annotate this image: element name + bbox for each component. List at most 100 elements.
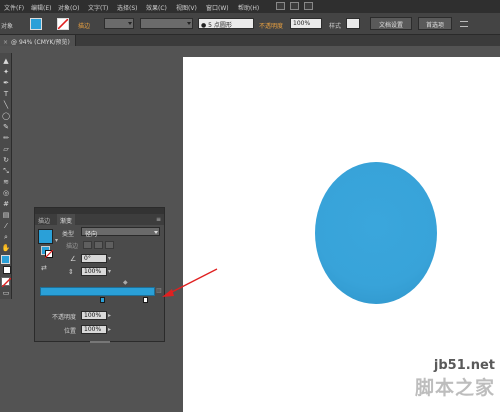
gradient-stop[interactable]: [100, 297, 106, 303]
rotate-tool-icon[interactable]: ↻: [1, 156, 11, 165]
angle-icon: ∠: [70, 255, 77, 263]
menu-help[interactable]: 帮助(H): [238, 3, 259, 12]
artboard[interactable]: jb51.net 脚本之家: [183, 57, 500, 412]
document-setup-button[interactable]: 文档设置: [370, 17, 412, 30]
warp-tool-icon[interactable]: ≋: [1, 178, 11, 187]
opacity-label: 不透明度: [52, 314, 77, 321]
gradient-type-value: 径向: [85, 231, 98, 238]
menu-object[interactable]: 对象(O): [58, 3, 79, 12]
type-tool-icon[interactable]: T: [1, 90, 11, 99]
gradient-stop[interactable]: [142, 297, 148, 303]
direct-selection-tool-icon[interactable]: ✦: [1, 68, 11, 77]
chevron-down-icon[interactable]: ▾: [55, 237, 58, 244]
ellipse-tool-icon[interactable]: ◯: [1, 112, 11, 121]
hand-tool-icon[interactable]: ✋: [1, 244, 11, 253]
angle-field[interactable]: 0°: [81, 254, 107, 263]
opacity-field[interactable]: 100%: [81, 311, 107, 320]
stroke-box-icon[interactable]: [45, 250, 53, 258]
panel-tab-bar: 描边 渐变 ≡: [35, 214, 164, 225]
chevron-down-icon: [154, 231, 158, 234]
annotation-arrow: [162, 268, 218, 297]
reverse-gradient-icon[interactable]: ⇄: [41, 264, 47, 272]
variable-width-field[interactable]: [140, 18, 193, 29]
aspect-ratio-field[interactable]: 100%: [81, 267, 107, 276]
document-tab[interactable]: × @ 94% (CMYK/预览): [0, 35, 76, 46]
stroke-swatch[interactable]: [57, 18, 69, 30]
eraser-tool-icon[interactable]: ▱: [1, 145, 11, 154]
stroke-color-icon[interactable]: [3, 266, 11, 274]
panel-resize-grip[interactable]: [90, 341, 110, 343]
workspace-icon[interactable]: [304, 2, 313, 10]
chevron-down-icon: [187, 22, 191, 25]
shape-builder-tool-icon[interactable]: ◎: [1, 189, 11, 198]
chevron-down-icon[interactable]: ▸: [108, 326, 111, 333]
arrange-documents-icon[interactable]: [290, 2, 299, 10]
menu-select[interactable]: 选择(S): [117, 3, 138, 12]
brush-value: 5 点圆形: [208, 22, 232, 29]
gradient-type-dropdown[interactable]: 径向: [81, 227, 160, 238]
none-color-icon[interactable]: [1, 277, 11, 287]
line-tool-icon[interactable]: ╲: [1, 101, 11, 110]
selection-label: 对象: [1, 23, 14, 30]
menu-file[interactable]: 文件(F): [4, 3, 24, 12]
watermark: jb51.net 脚本之家: [415, 358, 495, 400]
gradient-swatch[interactable]: [38, 229, 53, 244]
tab-stroke[interactable]: 描边: [35, 214, 53, 225]
fill-swatch[interactable]: [30, 18, 42, 30]
stroke-across-button[interactable]: [105, 241, 114, 249]
opacity-label: 不透明度: [259, 23, 284, 30]
close-icon[interactable]: ×: [3, 39, 8, 46]
eyedropper-tool-icon[interactable]: ⁄: [1, 222, 11, 231]
opacity-field[interactable]: 100%: [290, 18, 322, 29]
panel-menu-icon[interactable]: ≡: [156, 216, 161, 223]
scale-tool-icon[interactable]: ⤡: [1, 167, 11, 176]
tools-panel: ▲ ✦ ✒ T ╲ ◯ ✎ ✏ ▱ ↻ ⤡ ≋ ◎ # ▤ ⁄ ⌕ ✋ ▭: [0, 53, 12, 299]
fill-color-icon[interactable]: [1, 255, 10, 264]
watermark-name: 脚本之家: [414, 377, 495, 399]
location-field[interactable]: 100%: [81, 325, 107, 334]
stroke-label: 描边: [78, 23, 91, 30]
mesh-tool-icon[interactable]: #: [1, 200, 11, 209]
stroke-within-button[interactable]: [83, 241, 92, 249]
gradient-slider[interactable]: [40, 287, 155, 296]
menu-window[interactable]: 窗口(W): [206, 3, 229, 12]
menu-bar: 文件(F) 编辑(E) 对象(O) 文字(T) 选择(S) 效果(C) 视图(V…: [0, 0, 500, 13]
gradient-circle[interactable]: [315, 162, 437, 304]
control-bar: 对象 描边 ● 5 点圆形 不透明度 100% 样式 文档设置 首选项: [0, 13, 500, 35]
zoom-tool-icon[interactable]: ⌕: [1, 233, 11, 242]
preferences-button[interactable]: 首选项: [418, 17, 452, 30]
watermark-site: jb51.net: [433, 358, 495, 373]
document-tab-bar: × @ 94% (CMYK/预览): [0, 35, 500, 46]
tab-gradient[interactable]: 渐变: [57, 214, 76, 225]
document-title: @ 94% (CMYK/预览): [11, 39, 70, 46]
stroke-gradient-label: 描边: [66, 243, 79, 250]
stroke-along-button[interactable]: [94, 241, 103, 249]
style-swatch[interactable]: [346, 18, 360, 29]
none-slash-icon: [2, 278, 11, 287]
chevron-down-icon[interactable]: ▾: [108, 268, 111, 275]
menu-type[interactable]: 文字(T): [88, 3, 108, 12]
options-menu-icon[interactable]: [460, 21, 468, 27]
gradient-tool-icon[interactable]: ▤: [1, 211, 11, 220]
style-label: 样式: [329, 23, 342, 30]
paintbrush-tool-icon[interactable]: ✎: [1, 123, 11, 132]
stroke-weight-field[interactable]: [104, 18, 134, 29]
location-label: 位置: [64, 328, 77, 335]
selection-tool-icon[interactable]: ▲: [1, 57, 11, 66]
type-label: 类型: [62, 231, 75, 238]
chevron-down-icon[interactable]: ▸: [108, 312, 111, 319]
menu-edit[interactable]: 编辑(E): [31, 3, 51, 12]
gradient-panel: 描边 渐变 ≡ ▾ ⇄ 类型 径向 描边 ∠ 0° ▾ ⇕ 100% ▾ ◆ ▥…: [34, 207, 165, 343]
menu-effect[interactable]: 效果(C): [146, 3, 167, 12]
pen-tool-icon[interactable]: ✒: [1, 79, 11, 88]
midpoint-diamond-icon[interactable]: ◆: [123, 279, 128, 286]
none-slash-icon: [58, 19, 68, 29]
aspect-ratio-icon: ⇕: [68, 268, 74, 276]
bridge-icon[interactable]: [276, 2, 285, 10]
pencil-tool-icon[interactable]: ✏: [1, 134, 11, 143]
none-slash-icon: [45, 250, 53, 258]
brush-definition-field[interactable]: ● 5 点圆形: [198, 18, 254, 29]
chevron-down-icon[interactable]: ▾: [108, 255, 111, 262]
screen-mode-icon[interactable]: ▭: [1, 289, 11, 298]
menu-view[interactable]: 视图(V): [176, 3, 197, 12]
